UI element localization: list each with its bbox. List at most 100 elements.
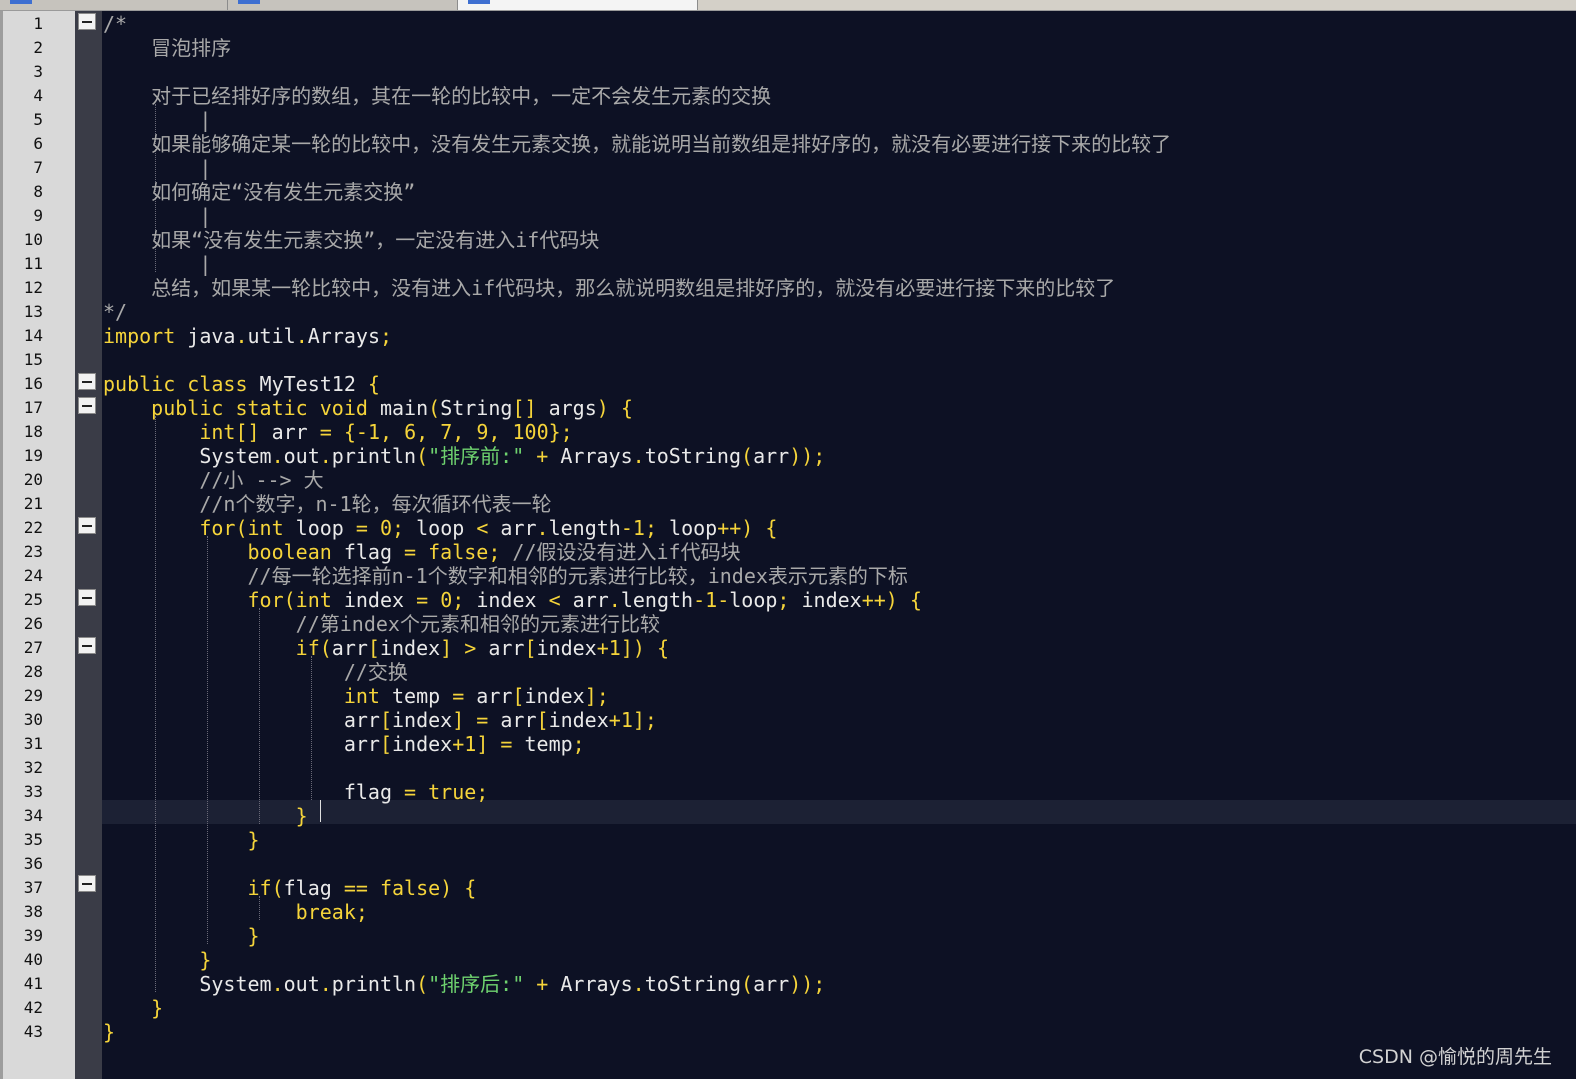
code-token: .	[319, 444, 332, 468]
code-token: ] >	[440, 636, 489, 660]
line-number: 12	[23, 278, 43, 297]
line-number: 28	[23, 662, 43, 681]
code-token: flag	[331, 540, 405, 564]
line-number: 5	[33, 110, 43, 129]
code-line: arr[index+1] = temp;	[103, 732, 585, 756]
code-token: }	[103, 1020, 116, 1044]
watermark: CSDN @愉悦的周先生	[1358, 1046, 1552, 1068]
code-token: 9	[476, 420, 489, 444]
code-token: [	[367, 636, 380, 660]
fold-toggle-line-1[interactable]	[78, 13, 96, 30]
code-token: loop	[669, 516, 718, 540]
code-token: +	[452, 732, 465, 756]
code-token: index	[801, 588, 862, 612]
code-line: System.out.println("排序前:" + Arrays.toStr…	[103, 444, 825, 468]
code-token: Arrays	[560, 444, 633, 468]
line-number: 20	[23, 470, 43, 489]
code-line: int[] arr = {-1, 6, 7, 9, 100};	[103, 420, 572, 444]
code-token: =	[452, 684, 477, 708]
fold-toggle-line-17[interactable]	[78, 397, 96, 414]
code-token: arr	[753, 444, 790, 468]
code-token: 1	[632, 516, 645, 540]
code-token: index	[548, 708, 609, 732]
code-token: //第index个元素和相邻的元素进行比较	[103, 612, 660, 636]
code-token: 0	[440, 588, 453, 612]
line-number: 39	[23, 926, 43, 945]
code-line: int temp = arr[index];	[103, 684, 609, 708]
fold-toggle-line-37[interactable]	[78, 875, 96, 892]
code-token: ];	[584, 684, 609, 708]
code-token: index	[392, 708, 453, 732]
code-token: "排序后:"	[428, 972, 525, 996]
line-number: 10	[23, 230, 43, 249]
code-token: .	[295, 324, 308, 348]
line-number: 14	[23, 326, 43, 345]
code-token: index	[379, 636, 441, 660]
code-line: }	[103, 924, 260, 948]
code-token: .	[319, 972, 332, 996]
line-number: 37	[23, 878, 43, 897]
code-line: 冒泡排序	[103, 36, 231, 60]
code-token: arr	[572, 588, 609, 612]
fold-toggle-line-27[interactable]	[78, 637, 96, 654]
code-token: index	[331, 588, 417, 612]
code-token: java	[175, 324, 236, 348]
code-token: |	[103, 252, 212, 276]
line-number: 26	[23, 614, 43, 633]
code-token: ) {	[596, 396, 633, 420]
line-number: 43	[23, 1022, 43, 1041]
code-token: +	[596, 636, 609, 660]
code-line: }	[103, 1020, 115, 1044]
code-token: out	[283, 972, 320, 996]
code-token: //n个数字，n-1轮，每次循环代表一轮	[103, 492, 552, 516]
editor-tab-1[interactable]	[0, 0, 228, 10]
code-token: ] =	[476, 732, 525, 756]
line-number: 7	[33, 158, 43, 177]
code-token: 7	[440, 420, 453, 444]
code-token: (	[416, 972, 429, 996]
text-caret	[320, 800, 321, 822]
code-token: +	[524, 972, 561, 996]
fold-toggle-line-16[interactable]	[78, 373, 96, 390]
line-number: 3	[33, 62, 43, 81]
code-token: 如果能够确定某一轮的比较中，没有发生元素交换，就能说明当前数组是排好序的，就没有…	[103, 132, 1172, 156]
line-number: 33	[23, 782, 43, 801]
code-token: Arrays	[560, 972, 633, 996]
code-line: if(flag == false) {	[103, 876, 477, 900]
code-token: import	[103, 324, 176, 348]
code-token: println	[331, 444, 417, 468]
line-number: 25	[23, 590, 43, 609]
line-number: 6	[33, 134, 43, 153]
code-token: out	[283, 444, 320, 468]
code-token: Arrays	[307, 324, 380, 348]
fold-toggle-line-22[interactable]	[78, 517, 96, 534]
code-line: |	[103, 156, 211, 180]
editor-tab-2[interactable]	[228, 0, 458, 10]
code-token: flag	[103, 780, 405, 804]
code-token: index	[536, 636, 597, 660]
fold-toggle-line-25[interactable]	[78, 589, 96, 606]
code-line: |	[103, 204, 211, 228]
code-token: = {-	[319, 420, 368, 444]
line-number: 42	[23, 998, 43, 1017]
code-token: .	[632, 444, 645, 468]
editor-tab-active[interactable]	[458, 0, 698, 10]
code-token: int[]	[199, 420, 260, 444]
code-token: =	[355, 516, 380, 540]
line-number: 1	[33, 14, 43, 33]
code-token: <	[548, 588, 573, 612]
code-token: 1	[620, 708, 633, 732]
code-line: /*	[103, 12, 127, 36]
code-line: //小 --> 大	[103, 468, 323, 492]
code-token: .	[271, 444, 284, 468]
code-token: 0	[379, 516, 393, 540]
code-token: 总结，如果某一轮比较中，没有进入if代码块，那么就说明数组是排好序的，就没有必要…	[103, 276, 1116, 300]
code-token: (	[416, 444, 429, 468]
